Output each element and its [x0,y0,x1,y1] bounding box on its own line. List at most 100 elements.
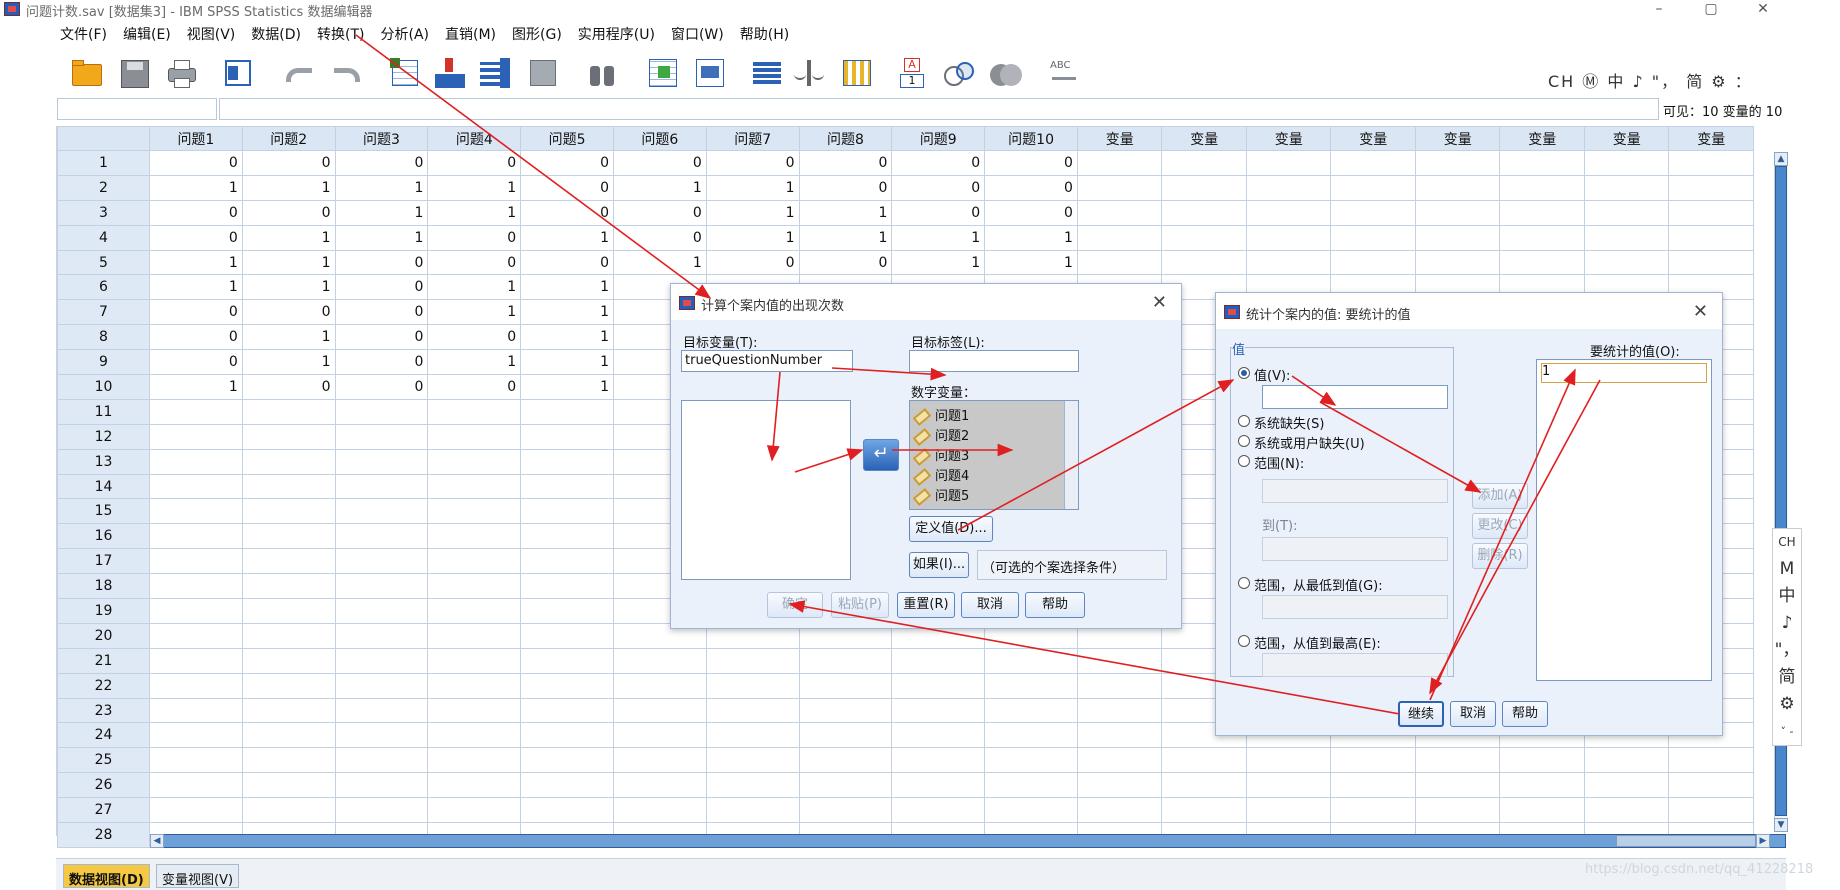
grid-cell[interactable]: 0 [241,299,336,326]
grid-cell[interactable] [984,797,1078,824]
grid-cell[interactable] [1668,199,1754,226]
row-number[interactable]: 21 [57,647,150,674]
grid-cell[interactable] [705,672,800,699]
grid-cell[interactable]: 0 [427,324,522,351]
grid-cell[interactable] [520,697,614,724]
grid-cell[interactable] [241,697,336,724]
grid-cell[interactable] [891,647,986,674]
grid-cell[interactable]: 1 [612,249,707,276]
grid-cell[interactable] [520,548,614,575]
scroll-down-arrow-icon[interactable]: ▼ [1774,818,1788,832]
grid-cell[interactable]: 0 [798,150,893,176]
grid-cell[interactable] [149,573,243,600]
grid-cell[interactable] [1414,224,1501,251]
grid-cell[interactable] [1499,150,1585,176]
grid-cell[interactable] [334,672,429,699]
grid-cell[interactable] [1245,150,1332,176]
column-header[interactable]: 问题3 [334,126,429,151]
ime-side-item[interactable]: "， [1773,637,1801,664]
grid-cell[interactable] [891,747,986,774]
grid-cell[interactable]: 0 [149,224,243,251]
range-highest-input[interactable] [1262,653,1448,677]
grid-cell[interactable] [798,722,893,749]
menu-window[interactable]: 窗口(W) [666,22,735,44]
ime-side-item[interactable]: ⚙ [1773,691,1801,718]
grid-cell[interactable] [1161,747,1247,774]
grid-cell[interactable] [520,473,614,500]
grid-cell[interactable] [241,523,336,550]
grid-cell[interactable]: 0 [612,224,707,251]
row-number[interactable]: 22 [57,672,150,699]
grid-cell[interactable] [241,647,336,674]
grid-cell[interactable]: 1 [241,349,336,376]
row-number[interactable]: 23 [57,697,150,724]
minimize-button[interactable]: – [1636,0,1682,20]
row-number[interactable]: 9 [57,349,150,376]
grid-cell[interactable]: 0 [612,150,707,176]
ime-side-item[interactable]: CH [1773,529,1801,556]
grid-cell[interactable] [612,772,707,799]
grid-cell[interactable]: 0 [798,249,893,276]
grid-cell[interactable]: 1 [149,274,243,301]
grid-cell[interactable]: 0 [891,174,986,201]
scroll-up-arrow-icon[interactable]: ▲ [1774,152,1788,166]
print-icon[interactable] [165,56,199,90]
move-arrow-button[interactable]: ↵ [863,439,899,471]
grid-cell[interactable] [149,797,243,824]
grid-cell[interactable] [1668,224,1754,251]
menu-transform[interactable]: 转换(T) [312,22,375,44]
grid-cell[interactable]: 1 [427,349,522,376]
ime-side-item[interactable]: 简 [1773,664,1801,691]
grid-cell[interactable] [984,697,1078,724]
list-item[interactable]: 问题4 [912,465,969,486]
grid-cell[interactable] [241,772,336,799]
grid-cell[interactable]: 0 [149,150,243,176]
grid-cell[interactable]: 0 [520,150,614,176]
grid-cell[interactable]: 1 [149,374,243,400]
grid-cell[interactable] [334,697,429,724]
grid-cell[interactable] [427,473,522,500]
grid-cell[interactable]: 0 [705,150,800,176]
grid-cell[interactable] [149,722,243,749]
help-button[interactable]: 帮助 [1025,592,1085,618]
grid-cell[interactable] [1330,150,1416,176]
continue-button[interactable]: 继续 [1398,701,1444,727]
grid-cell[interactable]: 1 [798,199,893,226]
grid-cell[interactable] [1583,150,1670,176]
source-variable-list[interactable] [681,400,851,580]
row-number[interactable]: 13 [57,448,150,475]
grid-cell[interactable] [612,747,707,774]
grid-cell[interactable] [520,398,614,425]
row-number[interactable]: 10 [57,374,150,400]
maximize-button[interactable]: ▢ [1688,0,1734,20]
close-icon[interactable]: ✕ [1152,292,1167,313]
grid-cell[interactable] [149,598,243,624]
grid-cell[interactable]: 0 [334,374,429,400]
column-header[interactable]: 问题9 [891,126,986,151]
grid-cell[interactable]: 0 [612,199,707,226]
grid-cell[interactable]: 1 [241,324,336,351]
grid-cell[interactable] [1583,199,1670,226]
grid-cell[interactable] [334,647,429,674]
grid-cell[interactable] [1668,249,1754,276]
grid-cell[interactable]: 0 [334,274,429,301]
grid-cell[interactable] [149,523,243,550]
grid-cell[interactable] [241,448,336,475]
grid-cell[interactable]: 1 [149,174,243,201]
row-number[interactable]: 12 [57,423,150,450]
grid-cell[interactable] [1245,224,1332,251]
dialog-recall-icon[interactable] [222,56,256,90]
grid-cell[interactable]: 1 [984,224,1078,251]
grid-cell[interactable] [612,722,707,749]
row-number[interactable]: 14 [57,473,150,500]
grid-cell[interactable] [334,398,429,425]
add-button[interactable]: 添加(A) [1472,483,1528,509]
grid-cell[interactable] [149,772,243,799]
grid-cell[interactable] [798,647,893,674]
grid-cell[interactable] [1161,199,1247,226]
range-from-input[interactable] [1262,479,1448,503]
grid-cell[interactable] [427,573,522,600]
grid-cell[interactable]: 0 [334,150,429,176]
grid-cell[interactable] [520,448,614,475]
ime-toolbar[interactable]: CH Ⓜ 中 ♪ "， 简 ⚙ ： [1548,68,1753,92]
